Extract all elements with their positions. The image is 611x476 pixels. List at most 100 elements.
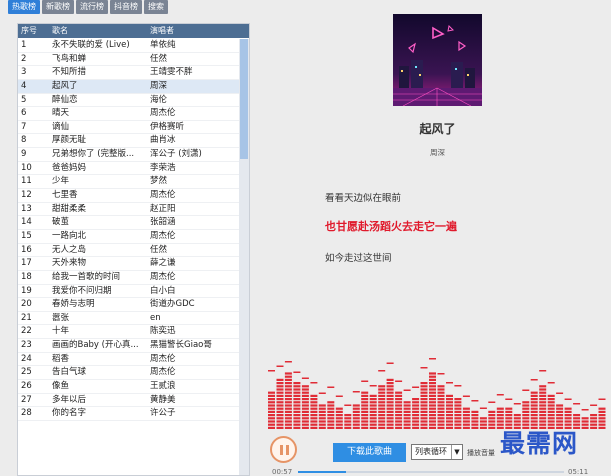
spectrum-bar-segment — [539, 388, 547, 391]
row-song-title: 画画的Baby (开心真... — [52, 340, 139, 351]
table-row[interactable]: 10 爸爸妈妈 李荣浩 — [18, 162, 240, 176]
spectrum-bar-segment — [301, 423, 309, 426]
chevron-down-icon: ▼ — [451, 445, 462, 459]
download-song-button[interactable]: 下载此歌曲 — [333, 443, 406, 462]
row-index: 20 — [21, 299, 32, 310]
tab-search[interactable]: 搜索 — [144, 0, 168, 14]
row-index: 14 — [21, 217, 32, 228]
table-row[interactable]: 13 甜甜柔柔 赵正阳 — [18, 203, 240, 217]
table-row[interactable]: 4 起风了 周深 — [18, 79, 240, 94]
spectrum-peak — [378, 370, 386, 372]
table-row[interactable]: 2 飞鸟和蝉 任然 — [18, 53, 240, 67]
tab-popular[interactable]: 流行榜 — [76, 0, 108, 14]
table-row[interactable]: 28 你的名字 许公子 — [18, 407, 240, 421]
spectrum-bar-segment — [581, 423, 589, 426]
table-row[interactable]: 24 稻香 周杰伦 — [18, 353, 240, 367]
list-scrollbar[interactable] — [239, 39, 249, 475]
spectrum-peak — [454, 385, 462, 387]
spectrum-bar-segment — [437, 420, 445, 423]
pause-button[interactable] — [270, 436, 297, 463]
table-row[interactable]: 21 嚣张 en — [18, 312, 240, 326]
spectrum-bar-segment — [361, 394, 369, 397]
table-row[interactable]: 12 七里香 周杰伦 — [18, 189, 240, 203]
spectrum-bar-segment — [344, 414, 352, 417]
table-row[interactable]: 7 谪仙 伊格赛听 — [18, 121, 240, 135]
row-song-title: 永不失联的爱 (Live) — [52, 40, 130, 50]
table-row[interactable]: 1 永不失联的爱 (Live) 单依纯 — [18, 39, 240, 53]
spectrum-bar-segment — [446, 404, 453, 407]
spectrum-bar-segment — [547, 394, 555, 397]
table-row[interactable]: 23 画画的Baby (开心真... 黑猫警长Giao哥 — [18, 339, 240, 353]
spectrum-peak — [344, 404, 352, 406]
row-artist: 任然 — [150, 53, 168, 64]
spectrum-bar-segment — [293, 388, 301, 391]
spectrum-bar-segment — [378, 401, 386, 404]
playback-progress-bar[interactable] — [298, 471, 564, 473]
spectrum-bar-segment — [276, 394, 284, 397]
spectrum-bar-segment — [276, 420, 284, 423]
tab-hot[interactable]: 热歌榜 — [8, 0, 40, 14]
table-row[interactable]: 19 我爱你不问归期 白小白 — [18, 285, 240, 299]
tab-douyin[interactable]: 抖音榜 — [110, 0, 142, 14]
spectrum-peak — [462, 395, 470, 397]
table-row[interactable]: 22 十年 陈奕迅 — [18, 325, 240, 340]
tab-new[interactable]: 新歌榜 — [42, 0, 74, 14]
spectrum-peak — [301, 377, 309, 379]
spectrum-bar-segment — [403, 423, 411, 426]
play-mode-select[interactable]: 列表循环 ▼ — [411, 444, 463, 460]
table-row[interactable]: 27 多年以后 黄静美 — [18, 394, 240, 408]
table-row[interactable]: 17 天外来物 薛之谦 — [18, 257, 240, 271]
table-row[interactable]: 16 无人之岛 任然 — [18, 244, 240, 258]
spectrum-bar-segment — [429, 404, 436, 407]
table-row[interactable]: 6 晴天 周杰伦 — [18, 107, 240, 121]
spectrum-bar-segment — [268, 420, 275, 423]
spectrum-bar-segment — [556, 407, 564, 410]
spectrum-bar-segment — [301, 398, 309, 401]
row-artist: 黄静美 — [150, 394, 176, 405]
table-row[interactable]: 9 兄弟想你了 (完整版... 浑公子 (刘潇) — [18, 148, 240, 162]
spectrum-bar-segment — [437, 388, 445, 391]
column-header-index[interactable]: 序号 — [21, 24, 49, 38]
table-row[interactable]: 5 醉仙恋 海伦 — [18, 94, 240, 108]
column-header-title[interactable]: 歌名 — [52, 24, 148, 38]
table-row[interactable]: 15 一路向北 周杰伦 — [18, 230, 240, 244]
table-row[interactable]: 18 给我一首歌的时间 周杰伦 — [18, 271, 240, 285]
spectrum-bar-segment — [378, 410, 386, 413]
spectrum-bar-segment — [429, 378, 436, 381]
table-row[interactable]: 11 少年 梦然 — [18, 175, 240, 190]
row-index: 7 — [21, 121, 27, 132]
spectrum-bar-segment — [284, 398, 292, 401]
table-row[interactable]: 14 破茧 张韶涵 — [18, 216, 240, 230]
spectrum-bar-segment — [420, 398, 428, 401]
table-row[interactable]: 20 春娇与志明 街道办GDC — [18, 298, 240, 312]
spectrum-bar-segment — [361, 414, 369, 417]
spectrum-peak — [352, 391, 360, 393]
spectrum-peak — [327, 386, 335, 388]
spectrum-bar-segment — [454, 407, 462, 410]
table-row[interactable]: 25 告白气球 周杰伦 — [18, 366, 240, 381]
spectrum-bar-segment — [386, 385, 394, 388]
spectrum-bar-segment — [462, 420, 470, 423]
spectrum-bar-segment — [395, 420, 403, 423]
spectrum-bar-segment — [276, 388, 284, 391]
spectrum-bar-segment — [378, 426, 386, 429]
table-row[interactable]: 8 厚颜无耻 曲肖冰 — [18, 134, 240, 149]
row-index: 16 — [21, 244, 32, 255]
spectrum-peak — [429, 358, 436, 360]
spectrum-bar-segment — [505, 414, 513, 417]
song-rows: 1 永不失联的爱 (Live) 单依纯 2 飞鸟和蝉 任然 3 不知所措 王靖雯不胖 4 起风了 周深… — [18, 39, 240, 421]
table-row[interactable]: 3 不知所措 王靖雯不胖 — [18, 66, 240, 80]
spectrum-bar-segment — [361, 407, 369, 410]
spectrum-bar-segment — [395, 417, 403, 420]
spectrum-bar-segment — [386, 414, 394, 417]
spectrum-bar-segment — [276, 382, 284, 385]
spectrum-bar-segment — [268, 401, 275, 404]
spectrum-bar-segment — [378, 414, 386, 417]
spectrum-bar-segment — [344, 426, 352, 429]
table-row[interactable]: 26 像鱼 王贰浪 — [18, 380, 240, 394]
spectrum-bar-segment — [437, 410, 445, 413]
list-scrollbar-thumb[interactable] — [240, 39, 248, 159]
column-header-artist[interactable]: 演唱者 — [150, 24, 240, 38]
spectrum-bar-segment — [496, 414, 504, 417]
row-song-title: 稻香 — [52, 353, 70, 364]
